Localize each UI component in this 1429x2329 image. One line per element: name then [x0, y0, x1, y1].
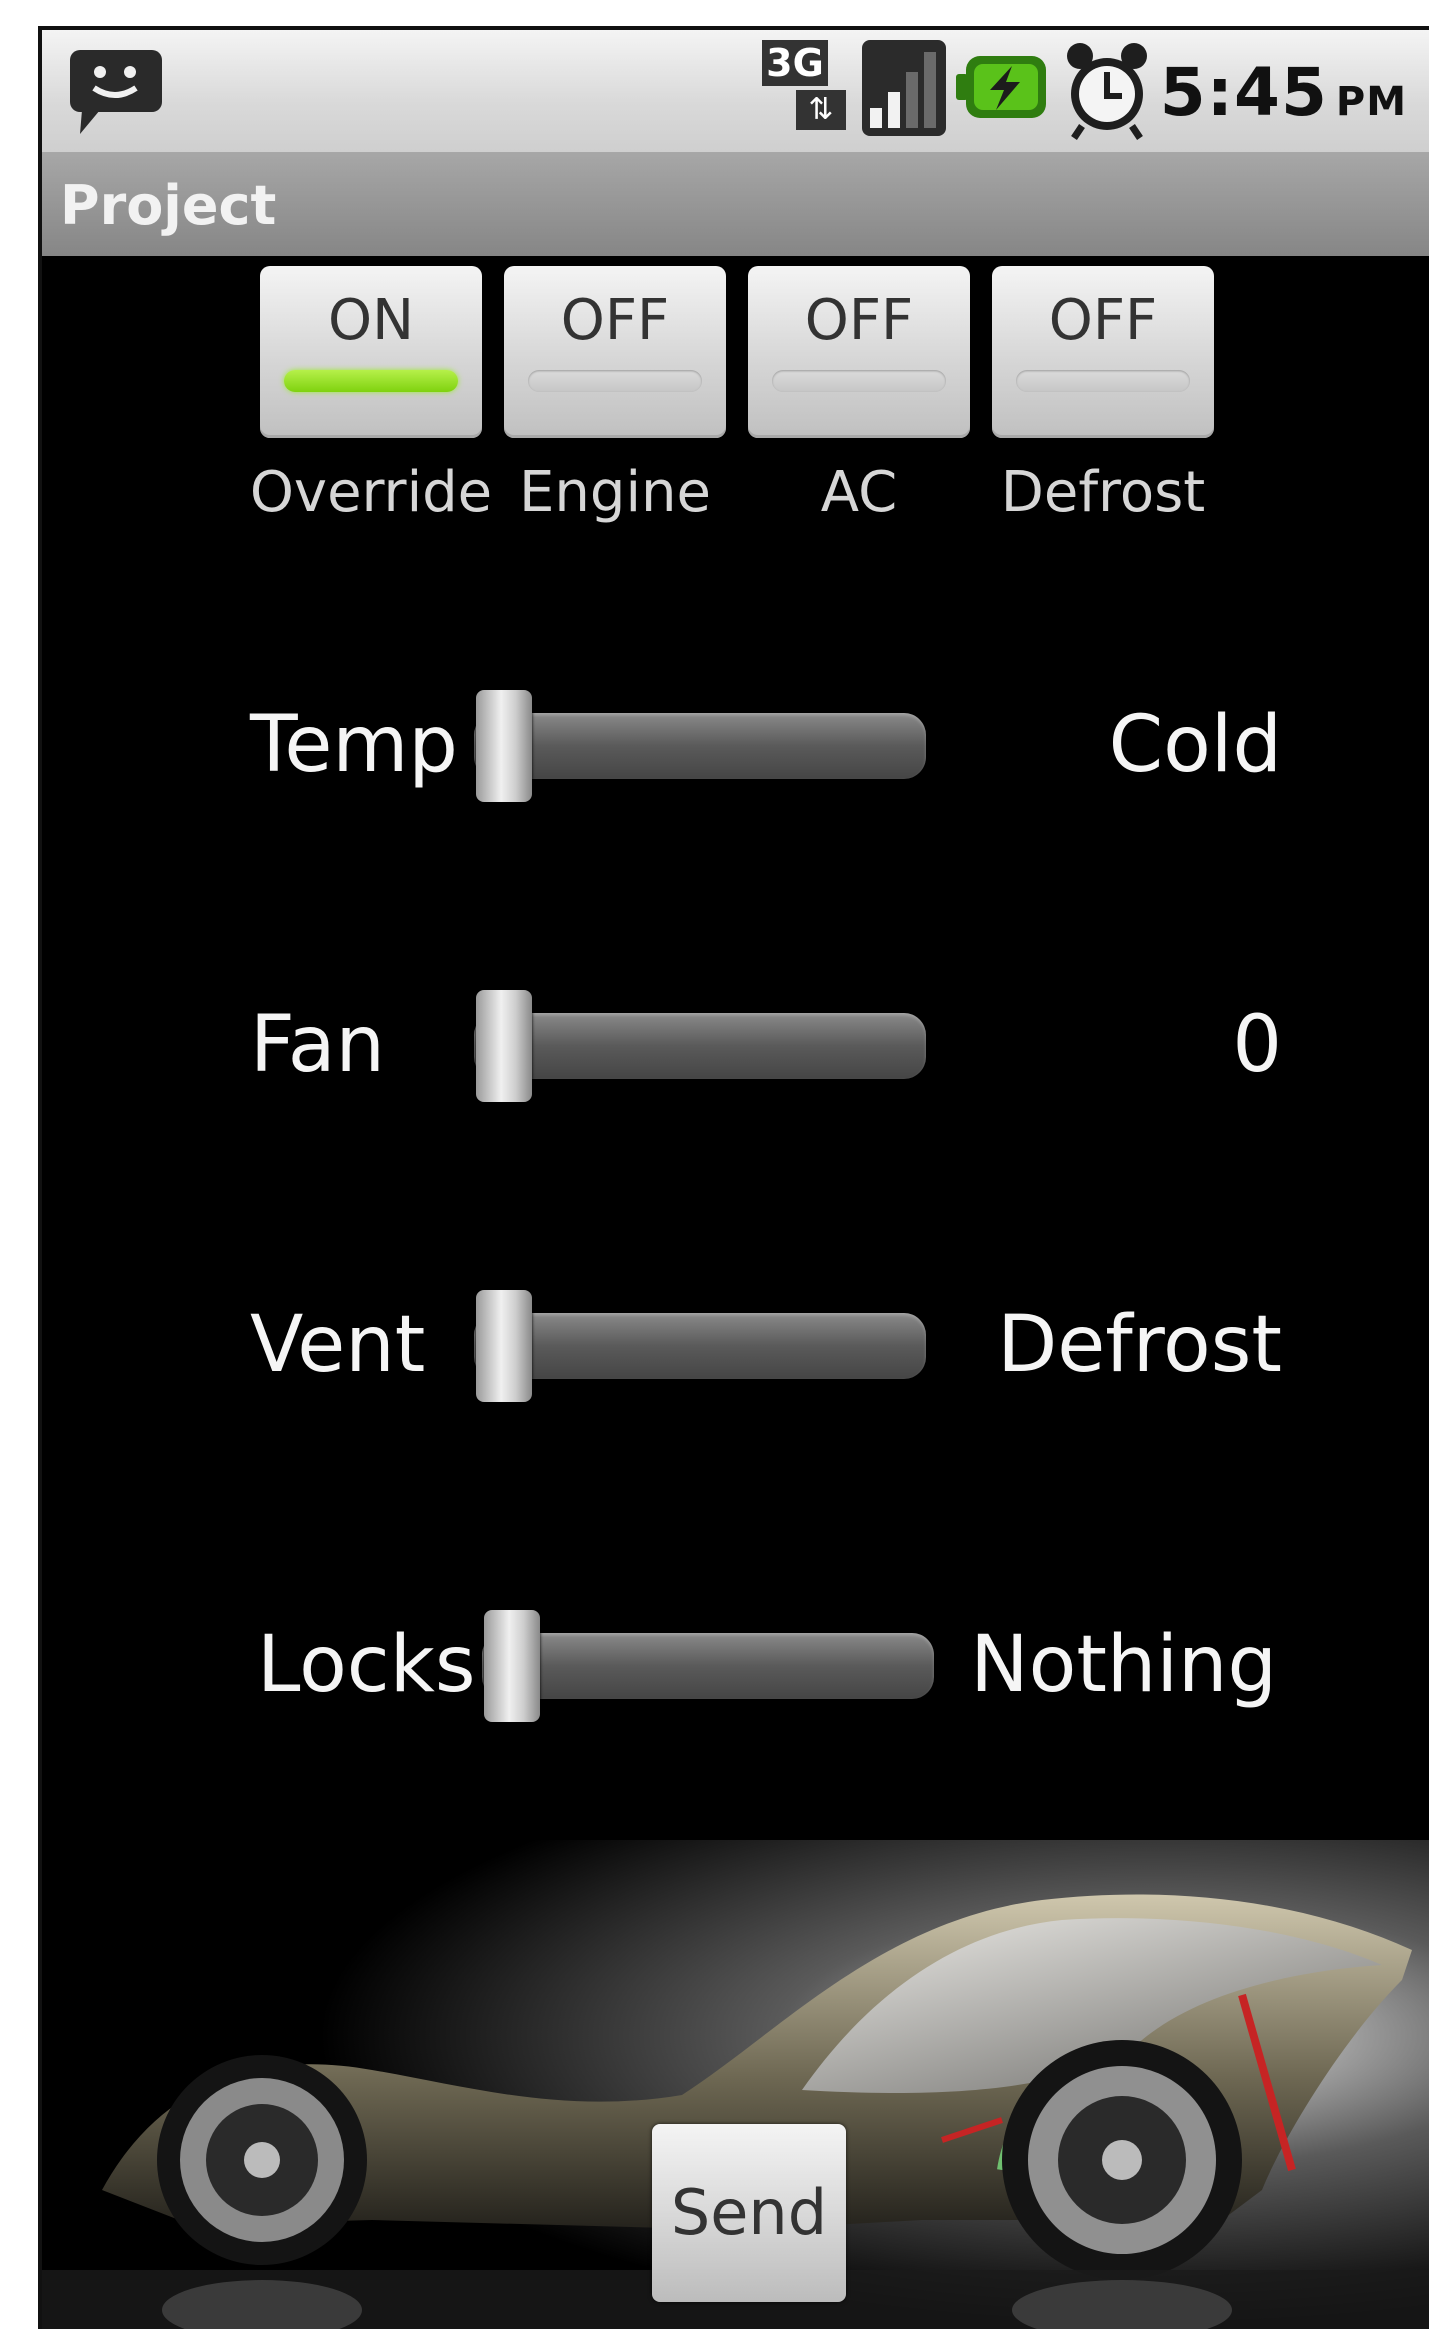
ac-caption: AC [820, 460, 898, 525]
toggle-state-label: ON [328, 288, 414, 353]
signal-strength-icon [862, 40, 946, 136]
toggle-state-label: OFF [804, 288, 914, 353]
fan-value: 0 [1232, 1000, 1282, 1090]
defrost-caption: Defrost [1000, 460, 1206, 525]
status-bar: 3G ⇅ 5:45 PM [42, 30, 1429, 152]
toggle-state-label: OFF [560, 288, 670, 353]
fan-slider-thumb[interactable] [476, 990, 532, 1102]
network-type-label: 3G [762, 40, 828, 86]
battery-charging-icon [956, 56, 1046, 118]
locks-value: Nothing [970, 1620, 1277, 1710]
vent-label: Vent [250, 1300, 426, 1390]
status-clock: 5:45 PM [1160, 54, 1407, 131]
toggle-indicator [772, 370, 946, 392]
toggle-indicator [284, 370, 458, 392]
chat-notification-icon [70, 50, 162, 134]
alarm-clock-icon [1067, 43, 1147, 140]
clock-time: 5:45 [1159, 54, 1328, 131]
clock-ampm: PM [1335, 79, 1407, 125]
temp-slider-thumb[interactable] [476, 690, 532, 802]
temp-label: Temp [250, 700, 458, 790]
fan-label: Fan [250, 1000, 385, 1090]
engine-caption: Engine [519, 460, 711, 525]
vent-value: Defrost [997, 1300, 1282, 1390]
locks-label: Locks [257, 1620, 476, 1710]
locks-slider-thumb[interactable] [484, 1610, 540, 1722]
temp-slider-track[interactable] [474, 713, 926, 779]
ac-toggle-button[interactable]: OFF [748, 266, 970, 438]
app-title: Project [60, 174, 277, 237]
override-toggle-button[interactable]: ON [260, 266, 482, 438]
send-button[interactable]: Send [652, 2124, 846, 2302]
toggle-state-label: OFF [1048, 288, 1158, 353]
override-caption: Override [249, 460, 493, 525]
temp-value: Cold [1108, 700, 1282, 790]
phone-screen: 3G ⇅ 5:45 PM Project ON OFF OFF OFF Over… [38, 26, 1429, 2329]
toggle-indicator [1016, 370, 1190, 392]
vent-slider-track[interactable] [474, 1313, 926, 1379]
defrost-toggle-button[interactable]: OFF [992, 266, 1214, 438]
toggle-indicator [528, 370, 702, 392]
title-bar: Project [42, 152, 1429, 256]
engine-toggle-button[interactable]: OFF [504, 266, 726, 438]
locks-slider-track[interactable] [482, 1633, 934, 1699]
fan-slider-track[interactable] [474, 1013, 926, 1079]
3g-data-icon: 3G ⇅ [762, 40, 852, 136]
vent-slider-thumb[interactable] [476, 1290, 532, 1402]
